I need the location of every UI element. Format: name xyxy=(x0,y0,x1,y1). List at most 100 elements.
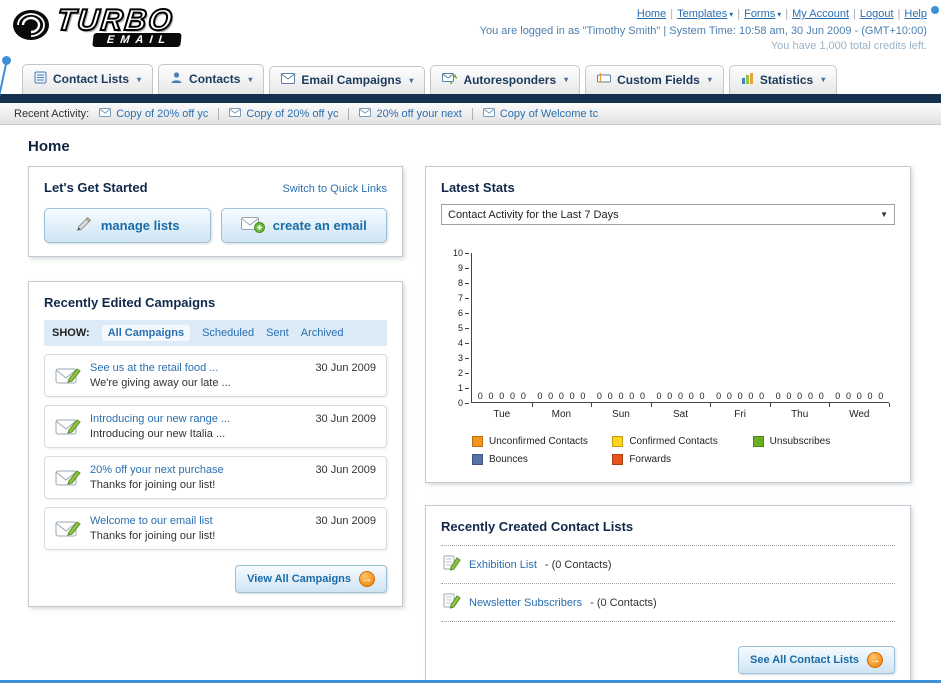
chart-x-label: Mon xyxy=(551,409,572,420)
get-started-title: Let's Get Started xyxy=(44,180,148,195)
recent-contact-lists-title: Recently Created Contact Lists xyxy=(441,519,634,534)
chart-value-label: 0 xyxy=(737,391,743,401)
legend-item: Confirmed Contacts xyxy=(612,436,748,447)
campaign-item: 20% off your next purchase Thanks for jo… xyxy=(44,456,387,499)
campaign-title-link[interactable]: 20% off your next purchase xyxy=(90,464,306,476)
recent-activity-item[interactable]: Copy of Welcome tc xyxy=(482,107,608,120)
envelope-icon xyxy=(359,107,372,120)
top-link-forms-label: Forms xyxy=(744,8,776,20)
campaign-item: Introducing our new range ... Introducin… xyxy=(44,405,387,448)
campaign-subtitle: Thanks for joining our list! xyxy=(90,479,216,491)
logo-swirl-icon xyxy=(12,6,54,49)
contacts-icon xyxy=(170,71,183,87)
filter-all-campaigns[interactable]: All Campaigns xyxy=(101,325,191,341)
chart-value-label: 0 xyxy=(775,391,781,401)
chart-y-axis: 0 1 2 3 4 5 6 7 8 9 10 xyxy=(447,248,471,408)
chart-value-label: 0 xyxy=(548,391,554,401)
chart-value-label: 0 xyxy=(699,391,705,401)
filter-sent[interactable]: Sent xyxy=(266,327,289,339)
chart-value-label: 0 xyxy=(688,391,694,401)
legend-swatch xyxy=(612,436,624,447)
credits-remaining: You have 1,000 total credits left. xyxy=(770,40,927,52)
top-link-home[interactable]: Home xyxy=(637,8,666,20)
nav-tab-custom-fields[interactable]: Custom Fields ▾ xyxy=(585,65,724,94)
chevron-down-icon: ▾ xyxy=(777,10,782,19)
top-link-help[interactable]: Help xyxy=(904,8,927,20)
chart-bar-group: 00000 xyxy=(472,253,533,407)
nav-tab-contacts[interactable]: Contacts ▾ xyxy=(158,64,265,94)
chart-x-label: Fri xyxy=(734,409,746,420)
envelope-plus-icon xyxy=(240,215,265,236)
recent-activity-item[interactable]: Copy of 20% off yc xyxy=(99,107,220,120)
recent-activity-item-label: Copy of Welcome tc xyxy=(499,107,599,120)
campaign-text: 20% off your next purchase Thanks for jo… xyxy=(90,464,306,491)
contact-list-name-link[interactable]: Exhibition List xyxy=(469,559,537,571)
chart-y-tick: 5 xyxy=(447,323,469,333)
chart-y-tick: 2 xyxy=(447,368,469,378)
select-arrow-icon: ▼ xyxy=(880,210,888,219)
manage-lists-label: manage lists xyxy=(100,218,180,233)
chart-value-label: 0 xyxy=(596,391,602,401)
recent-campaigns-title: Recently Edited Campaigns xyxy=(44,295,216,310)
chart-value-label: 0 xyxy=(477,391,483,401)
nav-tab-label: Email Campaigns xyxy=(301,73,402,87)
chart-value-label: 0 xyxy=(818,391,824,401)
decoration-dot-right xyxy=(931,6,939,14)
legend-swatch xyxy=(612,454,624,465)
filter-archived[interactable]: Archived xyxy=(301,327,344,339)
view-all-campaigns-button[interactable]: View All Campaigns → xyxy=(235,565,387,593)
legend-label: Unsubscribes xyxy=(769,436,831,447)
campaign-text: See us at the retail food ... We're givi… xyxy=(90,362,306,389)
campaign-text: Welcome to our email list Thanks for joi… xyxy=(90,515,306,542)
nav-tab-contact-lists[interactable]: Contact Lists ▾ xyxy=(22,64,154,94)
top-link-forms[interactable]: Forms ▾ xyxy=(744,8,781,20)
chart-value-label: 0 xyxy=(807,391,813,401)
pencil-icon xyxy=(75,215,93,236)
top-link-templates[interactable]: Templates ▾ xyxy=(677,8,733,20)
chart-plot: 00000000000000000000000000000000000 xyxy=(471,253,890,407)
recent-activity-item[interactable]: 20% off your next xyxy=(359,107,473,120)
separator: | xyxy=(785,8,789,20)
chart-y-tick: 9 xyxy=(447,263,469,273)
campaign-title-link[interactable]: See us at the retail food ... xyxy=(90,362,306,374)
campaign-date: 30 Jun 2009 xyxy=(315,515,376,527)
campaign-title-link[interactable]: Introducing our new range ... xyxy=(90,413,306,425)
legend-item: Forwards xyxy=(612,454,748,465)
chart-x-label: Sat xyxy=(673,409,689,420)
top-link-logout[interactable]: Logout xyxy=(860,8,894,20)
campaign-date: 30 Jun 2009 xyxy=(315,413,376,425)
recent-activity-item[interactable]: Copy of 20% off yc xyxy=(229,107,350,120)
chevron-down-icon: ▾ xyxy=(248,74,253,84)
legend-item: Bounces xyxy=(472,454,608,465)
main-nav: Contact Lists ▾ Contacts ▾ Email Campaig… xyxy=(0,62,941,94)
see-all-contact-lists-button[interactable]: See All Contact Lists → xyxy=(737,646,895,674)
activity-period-select[interactable]: Contact Activity for the Last 7 Days ▼ xyxy=(441,204,895,225)
chevron-down-icon: ▾ xyxy=(409,75,414,85)
logo-text: TURBO EMAIL xyxy=(54,3,182,47)
contact-list-name-link[interactable]: Newsletter Subscribers xyxy=(469,597,582,609)
nav-tab-statistics[interactable]: Statistics ▾ xyxy=(728,65,838,94)
manage-lists-button[interactable]: manage lists xyxy=(44,208,211,243)
contact-list-count: - (0 Contacts) xyxy=(544,558,612,571)
chart-value-label: 0 xyxy=(856,391,862,401)
switch-to-quick-links-link[interactable]: Switch to Quick Links xyxy=(282,183,387,195)
nav-tab-email-campaigns[interactable]: Email Campaigns ▾ xyxy=(269,66,426,94)
arrow-circle-icon: → xyxy=(867,652,883,668)
contact-lists-icon xyxy=(34,71,47,87)
chevron-down-icon: ▾ xyxy=(729,10,734,19)
nav-tab-autoresponders[interactable]: Autoresponders ▾ xyxy=(430,65,581,94)
top-link-my-account[interactable]: My Account xyxy=(792,8,849,20)
create-an-email-button[interactable]: create an email xyxy=(220,208,387,243)
chart-value-label: 0 xyxy=(797,391,803,401)
chart-y-tick: 1 xyxy=(447,383,469,393)
chart-value-label: 0 xyxy=(618,391,624,401)
chart-y-tick: 4 xyxy=(447,338,469,348)
logo-text-turbo: TURBO xyxy=(54,3,176,38)
separator: | xyxy=(670,8,674,20)
campaign-title-link[interactable]: Welcome to our email list xyxy=(90,515,306,527)
contact-list-items: Exhibition List - (0 Contacts) Newslette… xyxy=(441,545,895,622)
legend-label: Bounces xyxy=(489,454,528,465)
contact-list-count: - (0 Contacts) xyxy=(590,596,657,609)
filter-scheduled[interactable]: Scheduled xyxy=(202,327,254,339)
nav-tab-label: Autoresponders xyxy=(463,72,557,87)
